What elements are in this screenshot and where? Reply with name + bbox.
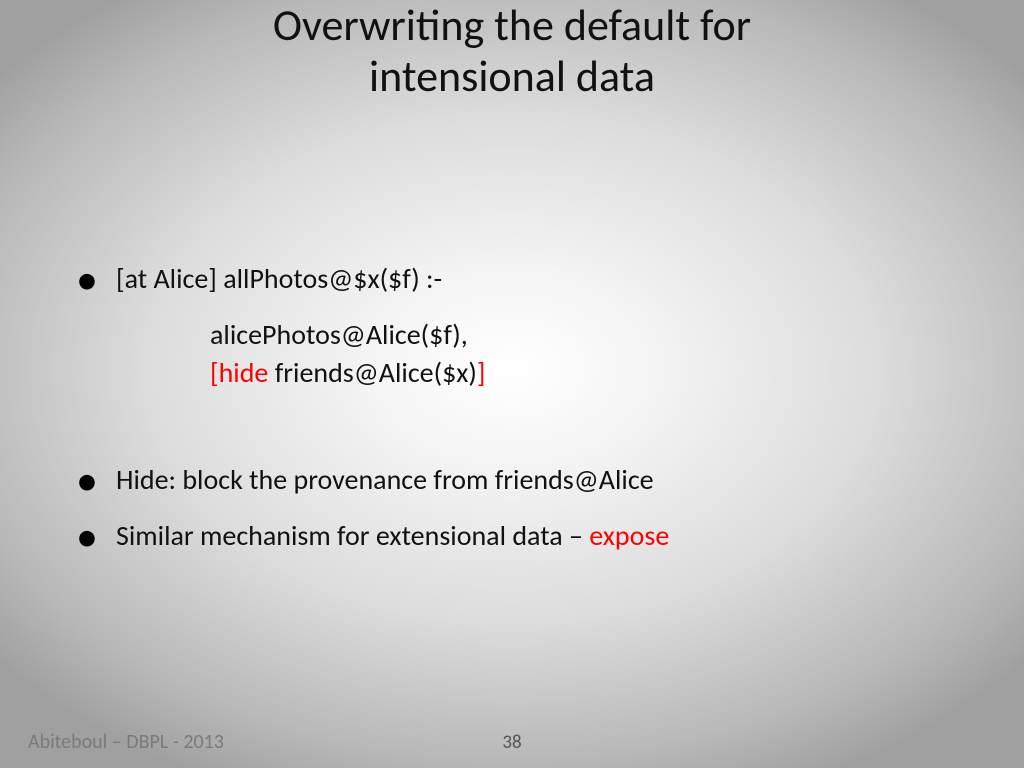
expose-text-a: Similar mechanism for extensional data – (116, 518, 589, 553)
title-line-2: intensional data (369, 49, 655, 103)
slide: Overwriting the default for intensional … (0, 0, 1024, 768)
bullet-hide-explain: Hide: block the provenance from friends@… (70, 461, 964, 499)
title-line-1: Overwriting the default for (273, 0, 751, 52)
rule-body-1: alicePhotos@Alice($f), (210, 316, 964, 354)
hide-argument: friends@Alice($x) (268, 355, 477, 390)
rule-body-2: [hide friends@Alice($x)] (210, 354, 964, 392)
bullet-expose: Similar mechanism for extensional data –… (70, 517, 964, 555)
rule-head: [at Alice] allPhotos@$x($f) :- (116, 261, 442, 296)
hide-keyword-open: [hide (210, 355, 268, 390)
expose-keyword: expose (589, 518, 669, 553)
bullet-rule: [at Alice] allPhotos@$x($f) :- (70, 260, 964, 298)
slide-body: [at Alice] allPhotos@$x($f) :- alicePhot… (70, 260, 964, 573)
hide-explain-text: Hide: block the provenance from friends@… (116, 462, 654, 497)
hide-keyword-close: ] (477, 355, 486, 390)
spacer (70, 391, 964, 461)
footer-page-number: 38 (0, 731, 1024, 754)
slide-title: Overwriting the default for intensional … (0, 0, 1024, 101)
